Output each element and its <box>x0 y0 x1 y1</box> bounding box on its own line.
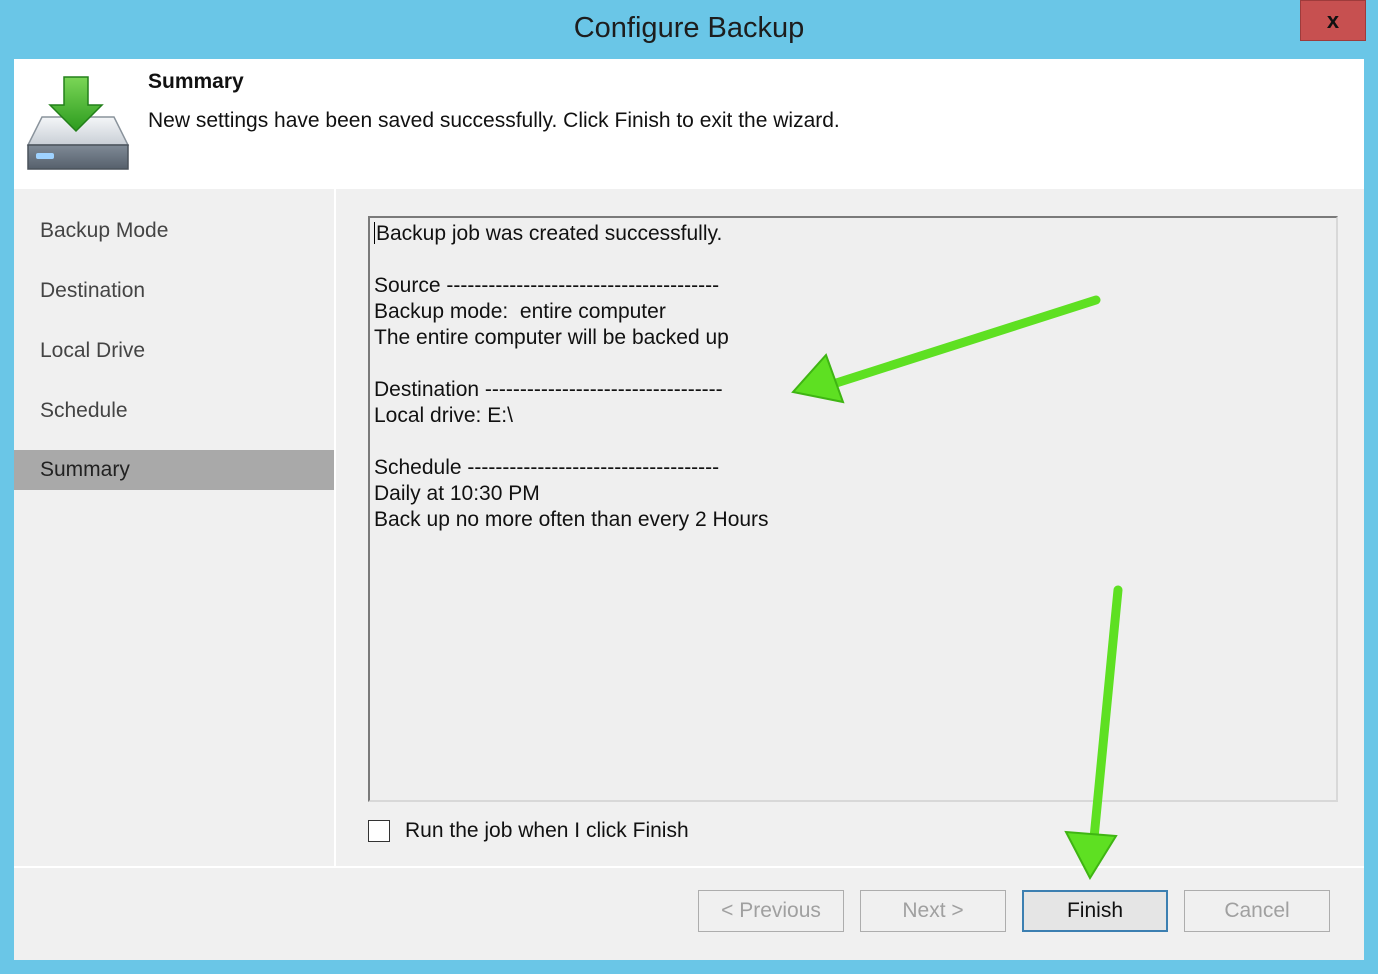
wizard-window: Summary New settings have been saved suc… <box>14 59 1364 960</box>
run-job-option[interactable]: Run the job when I click Finish <box>368 816 689 846</box>
sidebar-item-summary[interactable]: Summary <box>14 450 334 490</box>
sidebar-item-schedule[interactable]: Schedule <box>14 391 334 431</box>
footer-divider <box>14 866 1364 868</box>
summary-line: Backup job was created successfully. <box>374 221 1336 247</box>
close-button[interactable]: x <box>1300 0 1366 41</box>
summary-line: Schedule -------------------------------… <box>374 456 720 479</box>
summary-line <box>374 247 1336 273</box>
summary-line: Back up no more often than every 2 Hours <box>374 508 769 531</box>
backup-drive-download-icon <box>26 76 130 170</box>
finish-button[interactable]: Finish <box>1022 890 1168 932</box>
run-job-checkbox[interactable] <box>368 820 390 842</box>
window-title: Configure Backup <box>573 12 805 44</box>
summary-line <box>374 429 1336 455</box>
text-caret <box>374 222 375 244</box>
wizard-steps-sidebar: Backup Mode Destination Local Drive Sche… <box>14 189 336 866</box>
title-bar: Configure Backup x <box>0 0 1378 58</box>
previous-button[interactable]: < Previous <box>698 890 844 932</box>
summary-line-text: Backup job was created successfully. <box>376 222 723 245</box>
summary-line: Source ---------------------------------… <box>374 274 720 297</box>
summary-line <box>374 351 1336 377</box>
page-title: Summary <box>148 70 244 93</box>
summary-line: Daily at 10:30 PM <box>374 482 540 505</box>
summary-line: The entire computer will be backed up <box>374 326 729 349</box>
wizard-header: Summary New settings have been saved suc… <box>14 59 1364 189</box>
summary-line: Local drive: E:\ <box>374 404 513 427</box>
sidebar-item-backup-mode[interactable]: Backup Mode <box>14 211 334 251</box>
sidebar-item-destination[interactable]: Destination <box>14 271 334 311</box>
page-description: New settings have been saved successfull… <box>148 109 840 132</box>
sidebar-item-local-drive[interactable]: Local Drive <box>14 331 334 371</box>
summary-line: Destination ----------------------------… <box>374 378 723 401</box>
summary-line: Backup mode: entire computer <box>374 300 666 323</box>
cancel-button[interactable]: Cancel <box>1184 890 1330 932</box>
summary-textbox[interactable]: Backup job was created successfully. Sou… <box>368 216 1338 802</box>
next-button[interactable]: Next > <box>860 890 1006 932</box>
run-job-label[interactable]: Run the job when I click Finish <box>405 819 689 843</box>
